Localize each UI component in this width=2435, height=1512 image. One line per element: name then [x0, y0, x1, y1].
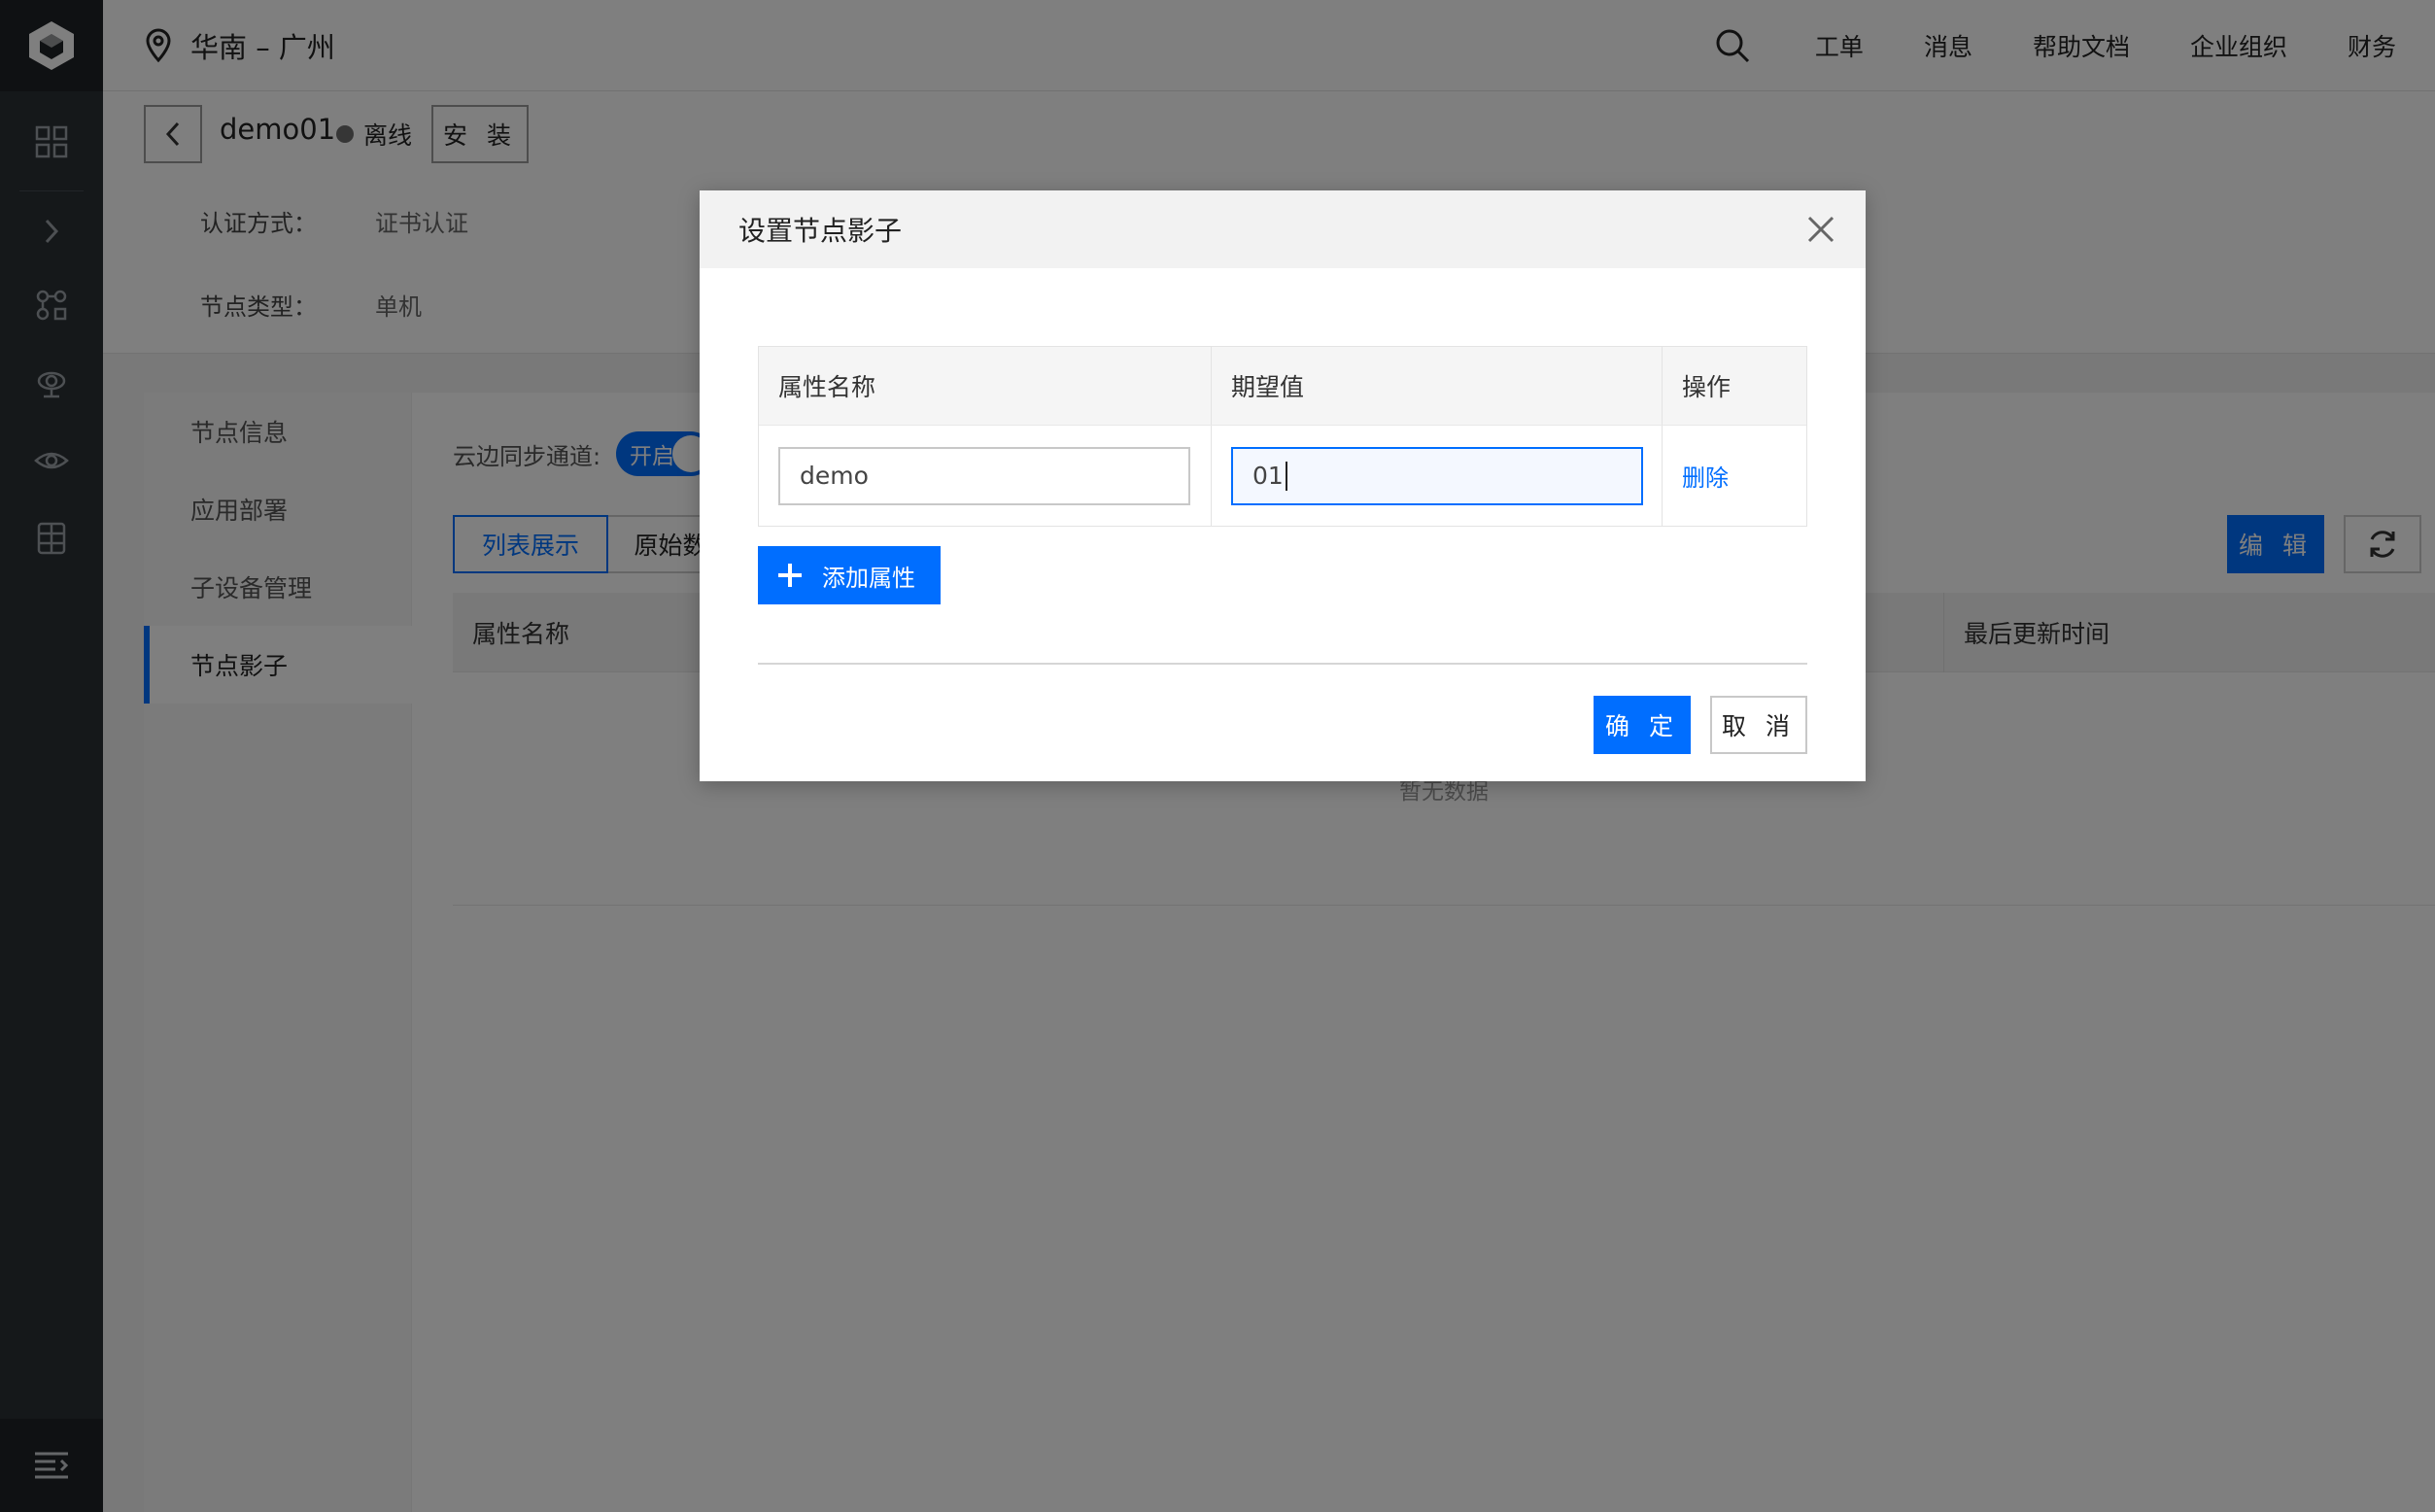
property-name-cell: demo — [759, 426, 1212, 526]
cancel-button[interactable]: 取 消 — [1710, 696, 1807, 754]
plus-icon — [778, 564, 802, 587]
expected-value-input[interactable]: 01 — [1231, 446, 1643, 505]
table-header-row: 属性名称 期望值 操作 — [759, 347, 1806, 425]
expected-value-text: 01 — [1252, 462, 1284, 490]
text-caret — [1285, 461, 1287, 491]
col-property-name: 属性名称 — [759, 347, 1212, 425]
table-row: demo 01 删除 — [759, 425, 1806, 526]
modal-header: 设置节点影子 — [700, 190, 1866, 268]
close-icon[interactable] — [1801, 210, 1840, 249]
modal-divider — [758, 663, 1807, 665]
add-property-label: 添加属性 — [822, 564, 915, 592]
property-name-input[interactable]: demo — [778, 446, 1190, 505]
confirm-button[interactable]: 确 定 — [1594, 696, 1691, 754]
add-property-button[interactable]: 添加属性 — [758, 546, 941, 604]
col-expected-value: 期望值 — [1212, 347, 1663, 425]
property-name-value: demo — [800, 462, 869, 490]
action-cell: 删除 — [1663, 426, 1806, 526]
delete-link[interactable]: 删除 — [1682, 459, 1729, 493]
modal-title: 设置节点影子 — [738, 215, 903, 247]
shadow-edit-table: 属性名称 期望值 操作 demo 01 删除 — [758, 346, 1807, 527]
col-action: 操作 — [1682, 373, 1732, 401]
set-shadow-modal: 设置节点影子 属性名称 期望值 操作 demo 01 删除 添加属性 确 定 取… — [700, 190, 1866, 781]
expected-value-cell: 01 — [1212, 426, 1663, 526]
